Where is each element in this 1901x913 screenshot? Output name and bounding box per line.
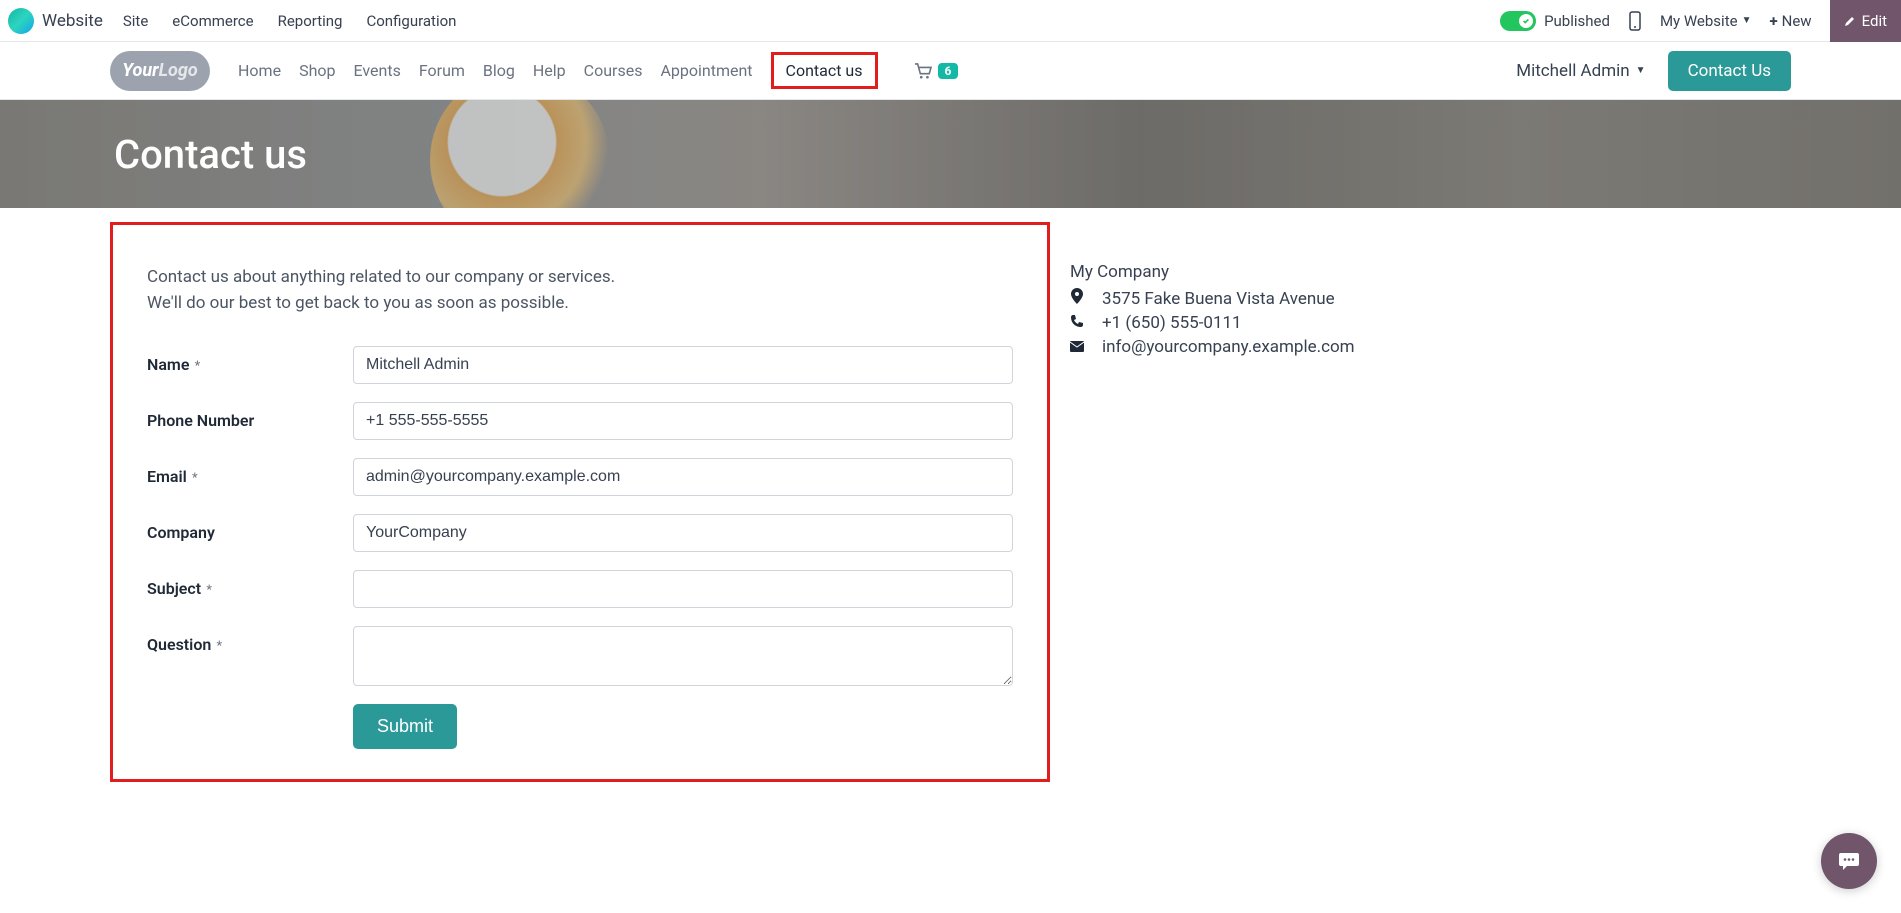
admin-right: Published My Website ▼ + New Edit — [1500, 0, 1901, 42]
nav-contact-us[interactable]: Contact us — [771, 52, 878, 89]
toggle-dot — [1519, 14, 1533, 28]
published-label: Published — [1544, 12, 1610, 30]
company-address-line: 3575 Fake Buena Vista Avenue — [1070, 288, 1791, 309]
submit-row: Submit — [353, 704, 1013, 749]
admin-menu-ecommerce[interactable]: eCommerce — [172, 12, 253, 30]
caret-down-icon: ▼ — [1742, 15, 1752, 26]
intro-line-2: We'll do our best to get back to you as … — [147, 291, 1013, 317]
label-name: Name * — [147, 346, 353, 374]
my-website-dropdown[interactable]: My Website ▼ — [1660, 12, 1752, 30]
mobile-icon[interactable] — [1628, 11, 1642, 31]
form-row-company: Company — [147, 514, 1013, 552]
subject-field[interactable] — [353, 570, 1013, 608]
company-name: My Company — [1070, 262, 1791, 282]
form-row-name: Name * — [147, 346, 1013, 384]
new-button[interactable]: + New — [1769, 12, 1811, 30]
admin-menu-configuration[interactable]: Configuration — [366, 12, 456, 30]
company-info: My Company 3575 Fake Buena Vista Avenue … — [1070, 222, 1791, 782]
edit-label: Edit — [1862, 12, 1887, 30]
admin-menu-site[interactable]: Site — [123, 12, 148, 30]
chat-icon — [1837, 849, 1861, 873]
plus-icon: + — [1769, 12, 1777, 30]
company-address: 3575 Fake Buena Vista Avenue — [1102, 289, 1335, 309]
question-field[interactable] — [353, 626, 1013, 686]
intro-text: Contact us about anything related to our… — [147, 265, 1013, 316]
label-question: Question * — [147, 626, 353, 654]
admin-menu-reporting[interactable]: Reporting — [278, 12, 343, 30]
cart-link[interactable]: 6 — [914, 63, 959, 79]
required-mark: * — [203, 583, 212, 598]
main-content: Contact us about anything related to our… — [0, 222, 1901, 782]
nav-blog[interactable]: Blog — [483, 61, 515, 80]
site-header: YourLogo Home Shop Events Forum Blog Hel… — [0, 42, 1901, 100]
required-mark: * — [189, 471, 198, 486]
app-title: Website — [42, 11, 103, 31]
envelope-icon — [1070, 337, 1084, 357]
my-website-label: My Website — [1660, 12, 1738, 30]
submit-button[interactable]: Submit — [353, 704, 457, 749]
page-title: Contact us — [114, 131, 307, 178]
nav-appointment[interactable]: Appointment — [660, 61, 752, 80]
form-row-email: Email * — [147, 458, 1013, 496]
published-toggle-wrap[interactable]: Published — [1500, 11, 1610, 31]
map-pin-icon — [1070, 288, 1084, 309]
admin-bar: Website Site eCommerce Reporting Configu… — [0, 0, 1901, 42]
label-phone: Phone Number — [147, 402, 353, 430]
name-field[interactable] — [353, 346, 1013, 384]
form-row-question: Question * — [147, 626, 1013, 686]
nav-events[interactable]: Events — [353, 61, 400, 80]
required-mark: * — [191, 359, 200, 374]
phone-icon — [1070, 313, 1084, 333]
new-label: New — [1782, 12, 1812, 30]
company-email-line: info@yourcompany.example.com — [1070, 337, 1791, 357]
email-field[interactable] — [353, 458, 1013, 496]
contact-form-section: Contact us about anything related to our… — [110, 222, 1050, 782]
published-toggle[interactable] — [1500, 11, 1536, 31]
user-dropdown[interactable]: Mitchell Admin ▼ — [1516, 61, 1645, 81]
chat-bubble-button[interactable] — [1821, 833, 1877, 889]
label-company: Company — [147, 514, 353, 542]
company-field[interactable] — [353, 514, 1013, 552]
intro-line-1: Contact us about anything related to our… — [147, 265, 1013, 291]
hero-banner: Contact us — [0, 100, 1901, 208]
nav-shop[interactable]: Shop — [299, 61, 335, 80]
company-phone-line: +1 (650) 555-0111 — [1070, 313, 1791, 333]
form-row-subject: Subject * — [147, 570, 1013, 608]
contact-us-button[interactable]: Contact Us — [1668, 51, 1791, 91]
cart-badge: 6 — [938, 63, 959, 79]
company-email: info@yourcompany.example.com — [1102, 337, 1355, 357]
phone-field[interactable] — [353, 402, 1013, 440]
check-icon — [1522, 17, 1530, 25]
nav-courses[interactable]: Courses — [584, 61, 643, 80]
pencil-icon — [1844, 15, 1856, 27]
logo-text-your: Your — [122, 60, 158, 81]
form-row-phone: Phone Number — [147, 402, 1013, 440]
company-phone: +1 (650) 555-0111 — [1102, 313, 1242, 333]
required-mark: * — [213, 639, 222, 654]
nav-help[interactable]: Help — [533, 61, 566, 80]
logo-text-logo: Logo — [159, 60, 198, 81]
app-logo-icon — [8, 8, 34, 34]
admin-menu: Site eCommerce Reporting Configuration — [123, 12, 457, 30]
label-email: Email * — [147, 458, 353, 486]
user-name: Mitchell Admin — [1516, 61, 1629, 81]
nav-home[interactable]: Home — [238, 61, 281, 80]
site-nav: Home Shop Events Forum Blog Help Courses… — [238, 52, 958, 89]
edit-button[interactable]: Edit — [1830, 0, 1901, 42]
site-logo[interactable]: YourLogo — [110, 51, 210, 91]
cart-icon — [914, 63, 932, 79]
label-subject: Subject * — [147, 570, 353, 598]
nav-forum[interactable]: Forum — [419, 61, 465, 80]
caret-down-icon: ▼ — [1636, 65, 1646, 76]
